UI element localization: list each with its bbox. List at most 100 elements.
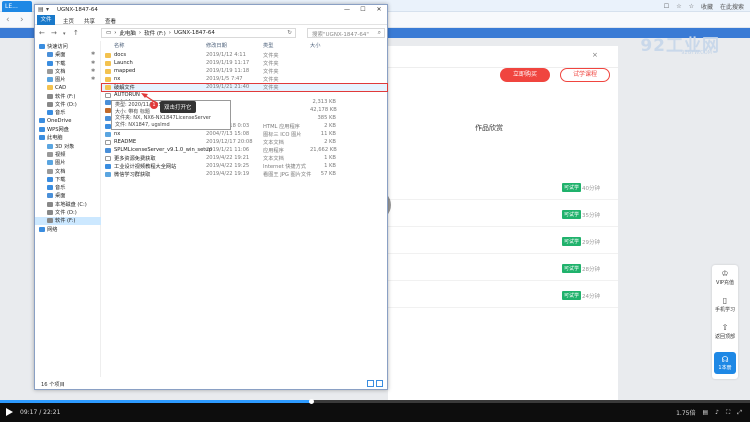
explorer-back-icon[interactable]: ←: [39, 29, 45, 37]
column-name[interactable]: 名称: [114, 41, 124, 51]
nav-item[interactable]: WPS网盘: [35, 126, 101, 134]
maximize-icon[interactable]: ☐: [355, 5, 371, 15]
search-input[interactable]: 搜索"UGNX-1847-64" ⌕: [307, 28, 385, 38]
customer-service-button[interactable]: ☊ 1本册: [714, 352, 736, 374]
close-window-icon[interactable]: ✕: [371, 5, 387, 15]
nav-item[interactable]: 文档 ✱: [35, 68, 101, 76]
column-type[interactable]: 类型: [263, 41, 273, 51]
speed-button[interactable]: 1.75倍: [676, 408, 695, 417]
browser-toolbar-item[interactable]: 在此搜索: [720, 2, 744, 11]
file-row[interactable]: mapped 2019/1/19 11:18 文件夹: [102, 68, 387, 76]
breadcrumb-this-pc[interactable]: 此电脑: [119, 29, 136, 37]
nav-item[interactable]: 下载: [35, 176, 101, 184]
large-icons-view-icon[interactable]: [376, 380, 383, 387]
close-icon[interactable]: ×: [592, 51, 598, 59]
file-row[interactable]: 更多资源免费获取 2019/4/22 19:21 文本文档 1 KB: [102, 155, 387, 163]
browser-toolbar-item[interactable]: ☆: [689, 3, 694, 10]
nav-item-label: 音乐: [55, 110, 66, 117]
ribbon-tab-file[interactable]: 文件: [37, 15, 55, 25]
file-size: 57 KB: [320, 170, 336, 177]
nav-item[interactable]: 3D 对象: [35, 143, 101, 151]
file-row[interactable]: docs 2019/1/12 4:11 文件夹: [102, 52, 387, 60]
file-row[interactable]: README 2019/12/17 20:08 文本文档 2 KB: [102, 139, 387, 147]
address-bar[interactable]: ▭ › 此电脑 › 软件 (F:) › UGNX-1847-64 ↻: [101, 28, 296, 38]
column-date[interactable]: 修改日期: [206, 41, 227, 51]
up-level-icon[interactable]: ↑: [73, 29, 79, 37]
nav-item[interactable]: 下载 ✱: [35, 60, 101, 68]
video-progress-bar[interactable]: [0, 399, 750, 404]
lesson-row[interactable]: 可试学 35分钟: [388, 205, 618, 227]
nav-item[interactable]: 文件 (D:): [35, 101, 101, 109]
mobile-learning-button[interactable]: ▯ 手机学习: [712, 296, 738, 313]
nav-item[interactable]: 本地磁盘 (C:): [35, 201, 101, 209]
playlist-icon[interactable]: ▤: [702, 409, 708, 416]
browser-toolbar-item[interactable]: ☆: [676, 3, 681, 10]
browser-toolbar-item[interactable]: ☐: [664, 3, 669, 10]
file-row[interactable]: nx 2004/7/13 15:08 图标三 ICO 图片 11 KB: [102, 131, 387, 139]
lesson-row[interactable]: 可试学 29分钟: [388, 232, 618, 254]
file-size: 1 KB: [324, 154, 336, 161]
expand-icon[interactable]: ⤢: [737, 409, 742, 417]
nav-item[interactable]: 图片: [35, 159, 101, 167]
file-date: 2004/7/13 15:08: [206, 131, 250, 137]
forward-icon[interactable]: ›: [20, 15, 24, 25]
nav-item[interactable]: OneDrive: [35, 117, 101, 126]
file-row[interactable]: Launch 2019/1/19 11:17 文件夹: [102, 60, 387, 68]
refresh-icon[interactable]: ↻: [287, 30, 292, 36]
ribbon-tab-view[interactable]: 查看: [105, 17, 116, 25]
file-row[interactable]: 工业设计视频教程大全网站 2019/4/22 19:25 Internet 快捷方式…: [102, 163, 387, 171]
file-size: 21,662 KB: [310, 146, 337, 153]
nav-item[interactable]: CAD: [35, 84, 101, 93]
explorer-forward-icon[interactable]: →: [51, 29, 57, 37]
nav-item[interactable]: 文件 (D:): [35, 209, 101, 217]
file-row[interactable]: SPLMLicenseServer_v9.1.0_win_setup 2019/1…: [102, 147, 387, 155]
browser-toolbar-item[interactable]: 收藏: [701, 2, 713, 11]
nav-item[interactable]: 桌面 ✱: [35, 51, 101, 59]
vip-recharge-button[interactable]: ♔ VIP充值: [712, 269, 738, 286]
nav-item[interactable]: 软件 (F:): [35, 217, 101, 226]
file-row[interactable]: nx 2019/1/5 7:47 文件夹: [102, 76, 387, 84]
nav-item[interactable]: 网络: [35, 226, 101, 234]
pin-icon[interactable]: ✱: [91, 51, 95, 57]
nav-item[interactable]: 文档: [35, 168, 101, 176]
volume-icon[interactable]: ♪: [715, 409, 719, 416]
file-row[interactable]: 破解文件 2019/1/21 21:40 文件夹: [101, 82, 388, 93]
headset-icon: ☊: [721, 355, 729, 364]
lesson-row[interactable]: 可试学 24分钟: [388, 286, 618, 308]
file-date: 2019/1/21 21:40: [206, 83, 250, 90]
back-icon[interactable]: ‹: [6, 15, 10, 25]
lesson-row[interactable]: 可试学 28分钟: [388, 259, 618, 281]
file-icon: [105, 155, 111, 161]
breadcrumb-drive[interactable]: 软件 (F:): [144, 29, 166, 37]
pin-icon[interactable]: ✱: [91, 76, 95, 82]
nav-item[interactable]: 软件 (F:): [35, 93, 101, 101]
breadcrumb-folder[interactable]: UGNX-1847-64: [174, 30, 215, 36]
lesson-duration: 24分钟: [582, 294, 600, 300]
nav-item[interactable]: 图片 ✱: [35, 76, 101, 84]
pin-icon[interactable]: ✱: [91, 68, 95, 74]
quick-access-icon[interactable]: ▾: [46, 6, 49, 13]
column-size[interactable]: 大小: [310, 41, 320, 51]
ribbon-tab-home[interactable]: 主页: [63, 17, 74, 25]
nav-item[interactable]: 音乐: [35, 109, 101, 117]
recent-dropdown-icon[interactable]: ▾: [63, 31, 66, 37]
file-row[interactable]: 微信学习群获取 2019/4/22 19:19 看图王 JPG 图片文件 57 KB: [102, 171, 387, 179]
nav-item[interactable]: 音乐: [35, 184, 101, 192]
trial-course-button[interactable]: 试学课程: [560, 68, 610, 82]
nav-item[interactable]: 此电脑: [35, 134, 101, 142]
ribbon-tab-share[interactable]: 共享: [84, 17, 95, 25]
nav-item[interactable]: 桌面: [35, 192, 101, 200]
fullscreen-icon[interactable]: ⛶: [726, 409, 730, 417]
pin-icon[interactable]: ✱: [91, 60, 95, 66]
lesson-row[interactable]: 可试学 40分钟: [388, 178, 618, 200]
nav-item[interactable]: 快速访问: [35, 43, 101, 51]
video-progress-knob[interactable]: [309, 399, 315, 404]
buy-now-button[interactable]: 立即购买: [500, 68, 550, 82]
back-to-top-button[interactable]: ⇧ 返回顶部: [712, 323, 738, 340]
browser-tab[interactable]: LE...: [2, 1, 32, 12]
details-view-icon[interactable]: [367, 380, 374, 387]
nav-item[interactable]: 视频: [35, 151, 101, 159]
player-play-icon[interactable]: [6, 408, 13, 416]
minimize-icon[interactable]: —: [339, 5, 355, 15]
nav-item-label: 软件 (F:): [55, 93, 76, 100]
